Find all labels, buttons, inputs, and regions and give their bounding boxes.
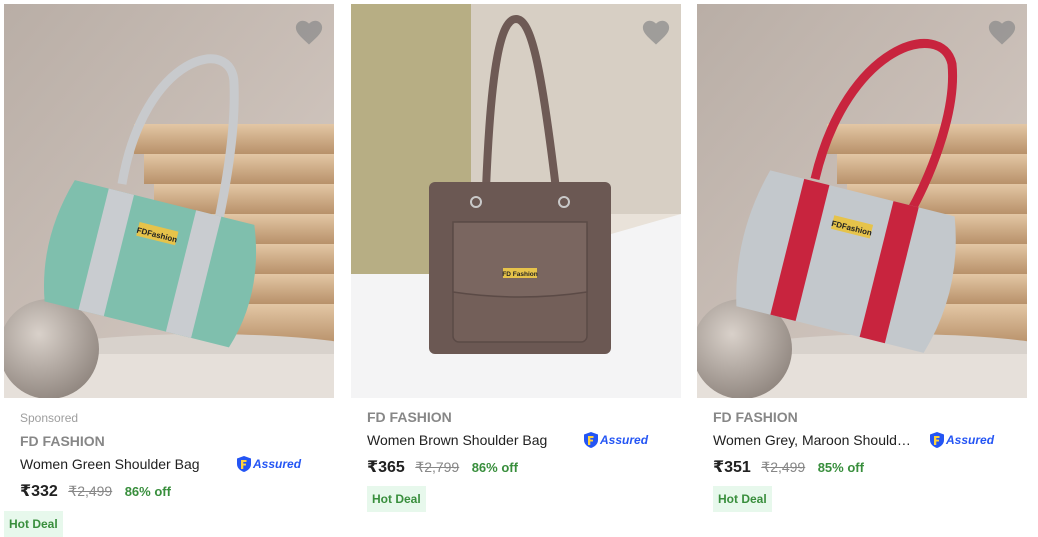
- selling-price: ₹365: [367, 459, 405, 476]
- svg-text:FD Fashion: FD Fashion: [502, 271, 537, 278]
- product-info: FD FASHION Women Brown Shoulder Bag Assu…: [367, 407, 673, 512]
- brand-name: FD FASHION: [20, 433, 105, 449]
- product-info: Sponsored FD FASHION Women Green Shoulde…: [4, 409, 326, 537]
- product-title[interactable]: Women Grey, Maroon Shoulder ...: [713, 429, 918, 451]
- discount-percent: 86% off: [471, 460, 518, 475]
- brand-name: FD FASHION: [367, 409, 452, 425]
- assured-shield-icon: [237, 456, 251, 472]
- hot-deal-tag: Hot Deal: [4, 511, 63, 537]
- product-card[interactable]: FDFashion FD FASHION Women Grey, Maroon …: [697, 0, 1027, 530]
- price-row: ₹332 ₹2,499 86% off: [20, 480, 326, 502]
- product-card[interactable]: FD Fashion FD FASHION Women Brown Should…: [351, 0, 681, 530]
- brown-shoulder-bag-photo: FD Fashion: [351, 4, 681, 398]
- grey-maroon-shoulder-bag-photo: FDFashion: [697, 4, 1027, 398]
- product-image[interactable]: FDFashion: [697, 4, 1027, 398]
- assured-label: Assured: [253, 457, 302, 471]
- product-image[interactable]: FD Fashion: [351, 4, 681, 398]
- assured-badge: Assured: [929, 430, 994, 450]
- title-row: Women Brown Shoulder Bag Assured: [367, 429, 673, 451]
- heart-icon[interactable]: [987, 18, 1017, 46]
- heart-icon[interactable]: [641, 18, 671, 46]
- original-price: ₹2,499: [68, 483, 113, 499]
- hot-deal-tag: Hot Deal: [713, 486, 772, 512]
- original-price: ₹2,799: [415, 459, 460, 475]
- assured-label: Assured: [600, 433, 649, 447]
- selling-price: ₹332: [20, 483, 58, 500]
- product-info: FD FASHION Women Grey, Maroon Shoulder .…: [713, 407, 1019, 512]
- title-row: Women Grey, Maroon Shoulder ... Assured: [713, 429, 1019, 451]
- original-price: ₹2,499: [761, 459, 806, 475]
- assured-shield-icon: [930, 432, 944, 448]
- assured-badge: Assured: [583, 430, 648, 450]
- product-image[interactable]: FDFashion: [4, 4, 334, 398]
- assured-badge: Assured: [236, 454, 301, 474]
- price-row: ₹351 ₹2,499 85% off: [713, 456, 1019, 478]
- selling-price: ₹351: [713, 459, 751, 476]
- assured-shield-icon: [584, 432, 598, 448]
- product-card[interactable]: FDFashion Sponsored FD FASHION Women Gre…: [4, 0, 334, 537]
- product-title[interactable]: Women Green Shoulder Bag: [20, 453, 200, 475]
- discount-percent: 85% off: [817, 460, 864, 475]
- price-row: ₹365 ₹2,799 86% off: [367, 456, 673, 478]
- heart-icon[interactable]: [294, 18, 324, 46]
- green-shoulder-bag-photo: FDFashion: [4, 4, 334, 398]
- brand-name: FD FASHION: [713, 409, 798, 425]
- assured-label: Assured: [946, 433, 995, 447]
- sponsored-label: Sponsored: [20, 411, 79, 425]
- product-title[interactable]: Women Brown Shoulder Bag: [367, 429, 547, 451]
- discount-percent: 86% off: [124, 484, 171, 499]
- title-row: Women Green Shoulder Bag Assured: [20, 453, 326, 475]
- hot-deal-tag: Hot Deal: [367, 486, 426, 512]
